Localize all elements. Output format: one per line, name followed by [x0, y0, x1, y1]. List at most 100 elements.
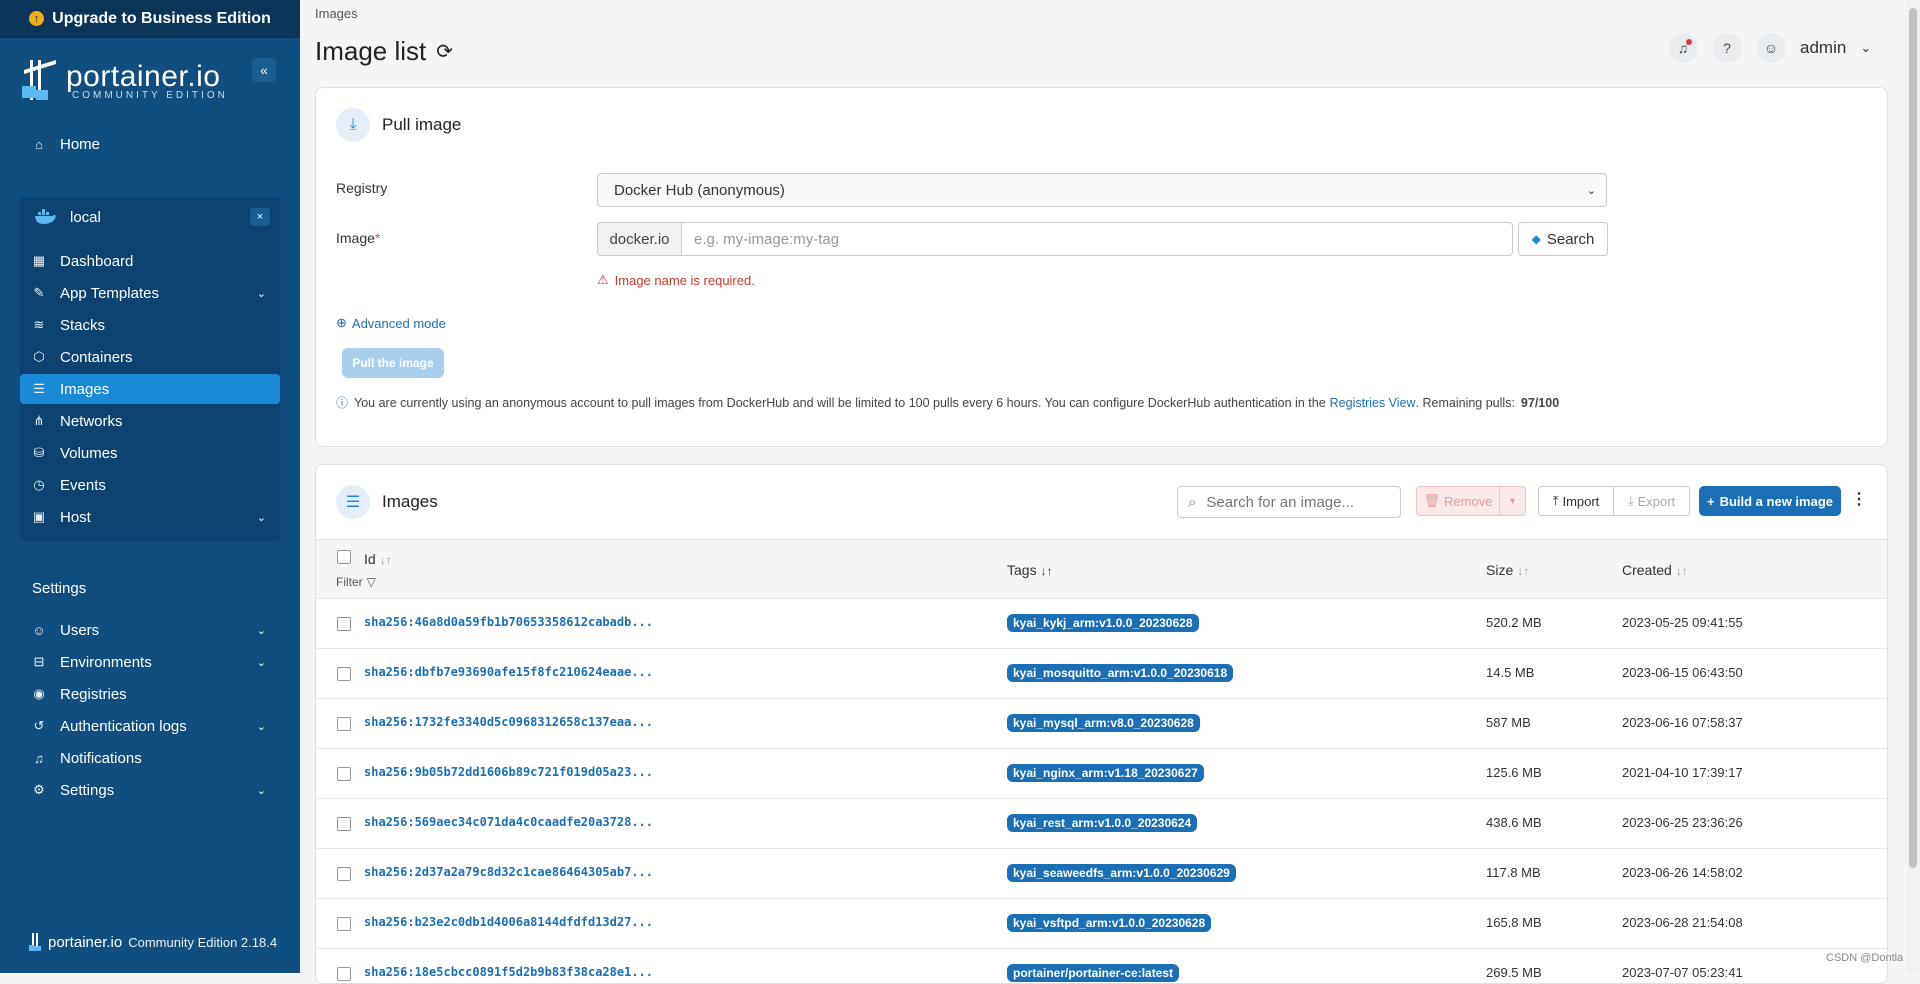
sidebar-item-label: Stacks [60, 316, 106, 334]
table-row: sha256:1732fe3340d5c0968312658c137eaa...… [316, 699, 1887, 749]
more-options-icon[interactable]: ⋮ [1851, 489, 1867, 509]
sidebar-item-app-templates[interactable]: ✎ App Templates ⌄ [20, 278, 280, 308]
export-button[interactable]: ⤓ Export [1614, 486, 1690, 516]
image-id-link[interactable]: sha256:569aec34c071da4c0caadfe20a3728... [364, 815, 653, 829]
row-checkbox[interactable] [337, 917, 351, 931]
sidebar-item-events[interactable]: ◷ Events [20, 470, 280, 500]
select-all-checkbox[interactable] [337, 550, 351, 564]
row-checkbox[interactable] [337, 817, 351, 831]
image-id-link[interactable]: sha256:b23e2c0db1d4006a8144dfdfd13d27... [364, 915, 653, 929]
user-avatar[interactable]: ☺ [1756, 33, 1786, 63]
pull-image-button[interactable]: Pull the image [342, 348, 444, 378]
search-icon: ⌕ [1188, 493, 1197, 511]
row-checkbox[interactable] [337, 617, 351, 631]
close-environment-button[interactable]: × [250, 208, 270, 226]
sidebar-item-settings[interactable]: ⚙ Settings ⌄ [20, 775, 280, 805]
sidebar-item-notifications[interactable]: ♫ Notifications [20, 743, 280, 773]
row-checkbox[interactable] [337, 717, 351, 731]
column-header-size[interactable]: Size ↓↑ [1486, 562, 1529, 578]
brand-subtitle: COMMUNITY EDITION [72, 89, 228, 101]
column-header-id[interactable]: Id ↓↑ [364, 551, 392, 567]
image-id-link[interactable]: sha256:1732fe3340d5c0968312658c137eaa... [364, 715, 653, 729]
row-checkbox[interactable] [337, 967, 351, 981]
sidebar-item-authentication-logs[interactable]: ↺ Authentication logs ⌄ [20, 711, 280, 741]
settings-heading: Settings [32, 580, 87, 597]
collapse-sidebar-button[interactable]: « [252, 58, 276, 82]
import-button[interactable]: ⤒ Import [1538, 486, 1614, 516]
sidebar-item-images[interactable]: ☰ Images [20, 374, 280, 404]
image-tag-badge: kyai_mysql_arm:v8.0_20230628 [1007, 714, 1200, 732]
row-checkbox[interactable] [337, 867, 351, 881]
portainer-logo[interactable]: portainer.io COMMUNITY EDITION [20, 56, 228, 104]
chevron-down-icon[interactable]: ⌄ [1860, 40, 1871, 56]
page-scrollbar[interactable] [1906, 0, 1920, 973]
sidebar-item-label: Containers [60, 348, 133, 366]
sidebar-item-label: Users [60, 621, 100, 639]
search-label: Search [1546, 230, 1595, 248]
help-button[interactable]: ? [1712, 33, 1742, 63]
table-row: sha256:b23e2c0db1d4006a8144dfdfd13d27...… [316, 899, 1887, 949]
sidebar-item-label: Settings [60, 781, 115, 799]
image-input[interactable] [681, 222, 1513, 256]
remove-button[interactable]: 🗑 Remove [1416, 486, 1500, 516]
remaining-label: . Remaining pulls: [1415, 395, 1515, 410]
sidebar-item-dashboard[interactable]: ▦ Dashboard [20, 246, 280, 276]
user-name[interactable]: admin [1800, 38, 1846, 58]
image-created: 2023-05-25 09:41:55 [1622, 615, 1743, 630]
chevron-down-icon: ⌄ [1586, 184, 1596, 197]
row-checkbox[interactable] [337, 767, 351, 781]
registry-label: Registry [336, 180, 388, 196]
registry-select[interactable]: Docker Hub (anonymous) ⌄ [597, 173, 1607, 207]
registries-view-link[interactable]: Registries View [1330, 396, 1416, 410]
notifications-button[interactable]: ♫ [1668, 33, 1698, 63]
image-label: Image* [336, 230, 380, 246]
upgrade-banner[interactable]: ↑ Upgrade to Business Edition [0, 0, 300, 38]
scrollbar-thumb[interactable] [1909, 8, 1917, 868]
table-row: sha256:18e5cbcc0891f5d2b9b83f38ca28e1...… [316, 949, 1887, 983]
sidebar-item-users[interactable]: ☺ Users ⌄ [20, 615, 280, 645]
sidebar-item-volumes[interactable]: ⛁ Volumes [20, 438, 280, 468]
sidebar: ↑ Upgrade to Business Edition portainer.… [0, 0, 300, 973]
row-checkbox[interactable] [337, 667, 351, 681]
remove-options-button[interactable]: ▾ [1500, 486, 1526, 516]
filter-button[interactable]: Filter ▽ [336, 575, 376, 589]
build-image-button[interactable]: + Build a new image [1699, 486, 1841, 516]
column-label: Tags [1007, 562, 1037, 578]
refresh-icon[interactable]: ⟳ [436, 39, 453, 64]
images-title: ☰ Images [336, 485, 438, 519]
column-header-created[interactable]: Created ↓↑ [1622, 562, 1688, 578]
image-id-link[interactable]: sha256:9b05b72dd1606b89c721f019d05a23... [364, 765, 653, 779]
table-row: sha256:dbfb7e93690afe15f8fc210624eaae...… [316, 649, 1887, 699]
panel-title-text: Images [382, 492, 438, 511]
search-image-button[interactable]: ◆ Search [1518, 222, 1608, 256]
upload-icon: ⤒ [1552, 493, 1559, 508]
advanced-mode-link[interactable]: ⊕ Advanced mode [336, 315, 446, 331]
footer-brand: portainer.io [48, 933, 123, 951]
breadcrumb: Images [315, 6, 358, 21]
image-id-link[interactable]: sha256:2d37a2a79c8d32c1cae86464305ab7... [364, 865, 653, 879]
image-id-link[interactable]: sha256:46a8d0a59fb1b70653358612cabadb... [364, 615, 653, 629]
sidebar-item-host[interactable]: ▣ Host ⌄ [20, 502, 280, 532]
image-id-link[interactable]: sha256:18e5cbcc0891f5d2b9b83f38ca28e1... [364, 965, 653, 979]
column-header-tags[interactable]: Tags ↓↑ [1007, 562, 1053, 578]
sort-icon: ↓↑ [1675, 564, 1688, 578]
image-id-link[interactable]: sha256:dbfb7e93690afe15f8fc210624eaae... [364, 665, 653, 679]
sidebar-item-networks[interactable]: ⋔ Networks [20, 406, 280, 436]
error-text: Image name is required. [614, 272, 755, 288]
warning-icon: ⚠ [597, 272, 609, 287]
clock-icon: ◷ [33, 477, 45, 492]
registry-value: Docker Hub (anonymous) [614, 181, 785, 199]
info-text: You are currently using an anonymous acc… [354, 395, 1326, 410]
chevron-down-icon: ⌄ [256, 656, 266, 669]
sidebar-item-environments[interactable]: ⊟ Environments ⌄ [20, 647, 280, 677]
sidebar-item-containers[interactable]: ⬡ Containers [20, 342, 280, 372]
database-icon: ⛁ [33, 445, 45, 460]
image-search-input[interactable] [1204, 492, 1385, 512]
sidebar-item-home[interactable]: ⌂ Home [20, 129, 280, 159]
image-search-box: ⌕ [1177, 486, 1401, 518]
sidebar-item-label: App Templates [60, 284, 159, 302]
trash-icon: 🗑 [1423, 493, 1441, 508]
sidebar-item-stacks[interactable]: ≋ Stacks [20, 310, 280, 340]
help-icon: ? [1723, 40, 1731, 56]
sidebar-item-registries[interactable]: ◉ Registries [20, 679, 280, 709]
